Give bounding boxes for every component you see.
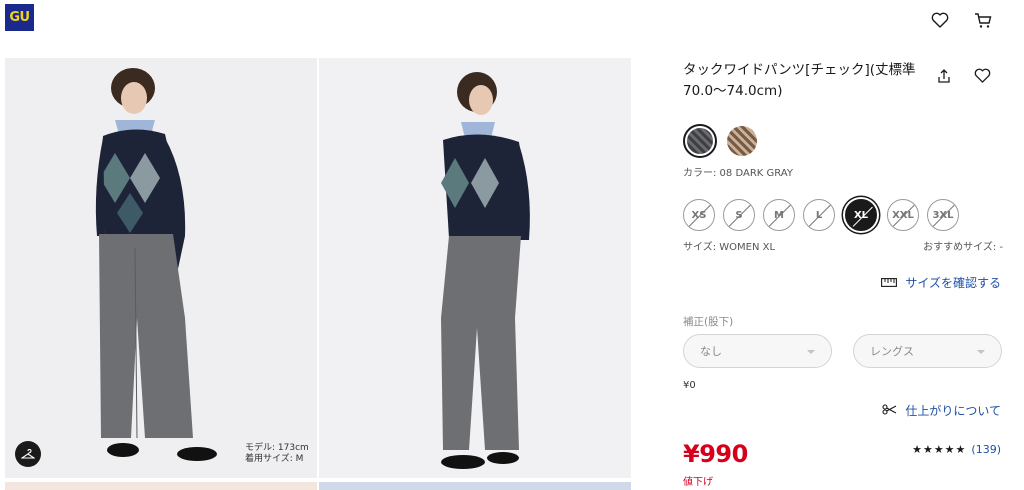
site-header: GU <box>0 0 1024 40</box>
star-rating-icon: ★★★★★ <box>912 443 967 456</box>
alteration-select-length[interactable]: レングス <box>853 334 1002 368</box>
product-photo-side[interactable] <box>319 58 631 478</box>
scissors-icon <box>882 403 897 418</box>
unavailable-slash <box>685 201 714 230</box>
product-page: GU モデル: 173cm 着用サイズ: M タックワイドパンツ[チェック](丈… <box>0 0 1024 490</box>
share-icon[interactable] <box>936 68 956 88</box>
unavailable-slash <box>848 202 875 229</box>
unavailable-slash <box>805 201 834 230</box>
alteration-label: 補正(股下) <box>683 316 734 328</box>
size-xs-button[interactable]: XS <box>683 199 715 231</box>
product-gallery: モデル: 173cm 着用サイズ: M <box>5 58 631 490</box>
color-label: カラー: 08 DARK GRAY <box>683 168 793 179</box>
product-photo-thumb-4[interactable] <box>319 482 631 490</box>
chevron-down-icon <box>807 350 815 354</box>
finish-link-text: 仕上がりについて <box>905 404 1001 418</box>
size-check-text: サイズを確認する <box>905 276 1001 290</box>
product-photo-front[interactable]: モデル: 173cm 着用サイズ: M <box>5 58 317 478</box>
model-illustration-front <box>95 68 217 461</box>
color-swatch-dark-gray[interactable] <box>683 124 717 158</box>
color-swatch-brown[interactable] <box>725 124 759 158</box>
size-s-button[interactable]: S <box>723 199 755 231</box>
unavailable-slash <box>765 201 794 230</box>
recommended-size-label: おすすめサイズ: - <box>923 242 1003 253</box>
model-caption: モデル: 173cm 着用サイズ: M <box>245 443 309 465</box>
size-xl-button[interactable]: XL <box>845 199 877 231</box>
unavailable-slash <box>725 201 754 230</box>
price: ¥990 <box>683 440 748 468</box>
gu-logo[interactable]: GU <box>5 4 34 31</box>
size-3xl-button[interactable]: 3XL <box>927 199 959 231</box>
finish-info-link[interactable]: 仕上がりについて <box>882 402 1001 419</box>
heart-icon[interactable] <box>929 9 951 31</box>
product-photo-thumb-3[interactable] <box>5 482 317 490</box>
favorite-heart-icon[interactable] <box>974 68 994 88</box>
model-size: 着用サイズ: M <box>245 454 304 464</box>
review-count[interactable]: (139) <box>971 443 1001 456</box>
product-title: タックワイドパンツ[チェック](丈標準70.0～74.0cm) <box>683 62 916 99</box>
price-note: 値下げ <box>683 477 713 488</box>
cart-icon[interactable] <box>972 9 994 31</box>
size-m-button[interactable]: M <box>763 199 795 231</box>
hanger-icon[interactable] <box>15 441 41 467</box>
alteration-select-hem[interactable]: なし <box>683 334 832 368</box>
size-label: サイズ: WOMEN XL <box>683 242 776 253</box>
size-xxl-button[interactable]: XXL <box>887 199 919 231</box>
alteration-price: ¥0 <box>683 380 696 391</box>
rating[interactable]: ★★★★★ (139) <box>912 443 1001 456</box>
select-value: レングス <box>870 345 914 358</box>
select-value: なし <box>700 345 722 358</box>
ruler-icon <box>881 276 898 290</box>
swatch-fill <box>727 126 757 156</box>
chevron-down-icon <box>977 350 985 354</box>
size-check-link[interactable]: サイズを確認する <box>881 274 1001 291</box>
swatch-fill <box>687 128 713 154</box>
size-l-button[interactable]: L <box>803 199 835 231</box>
model-height: モデル: 173cm <box>245 443 309 453</box>
model-illustration-side <box>441 72 530 469</box>
